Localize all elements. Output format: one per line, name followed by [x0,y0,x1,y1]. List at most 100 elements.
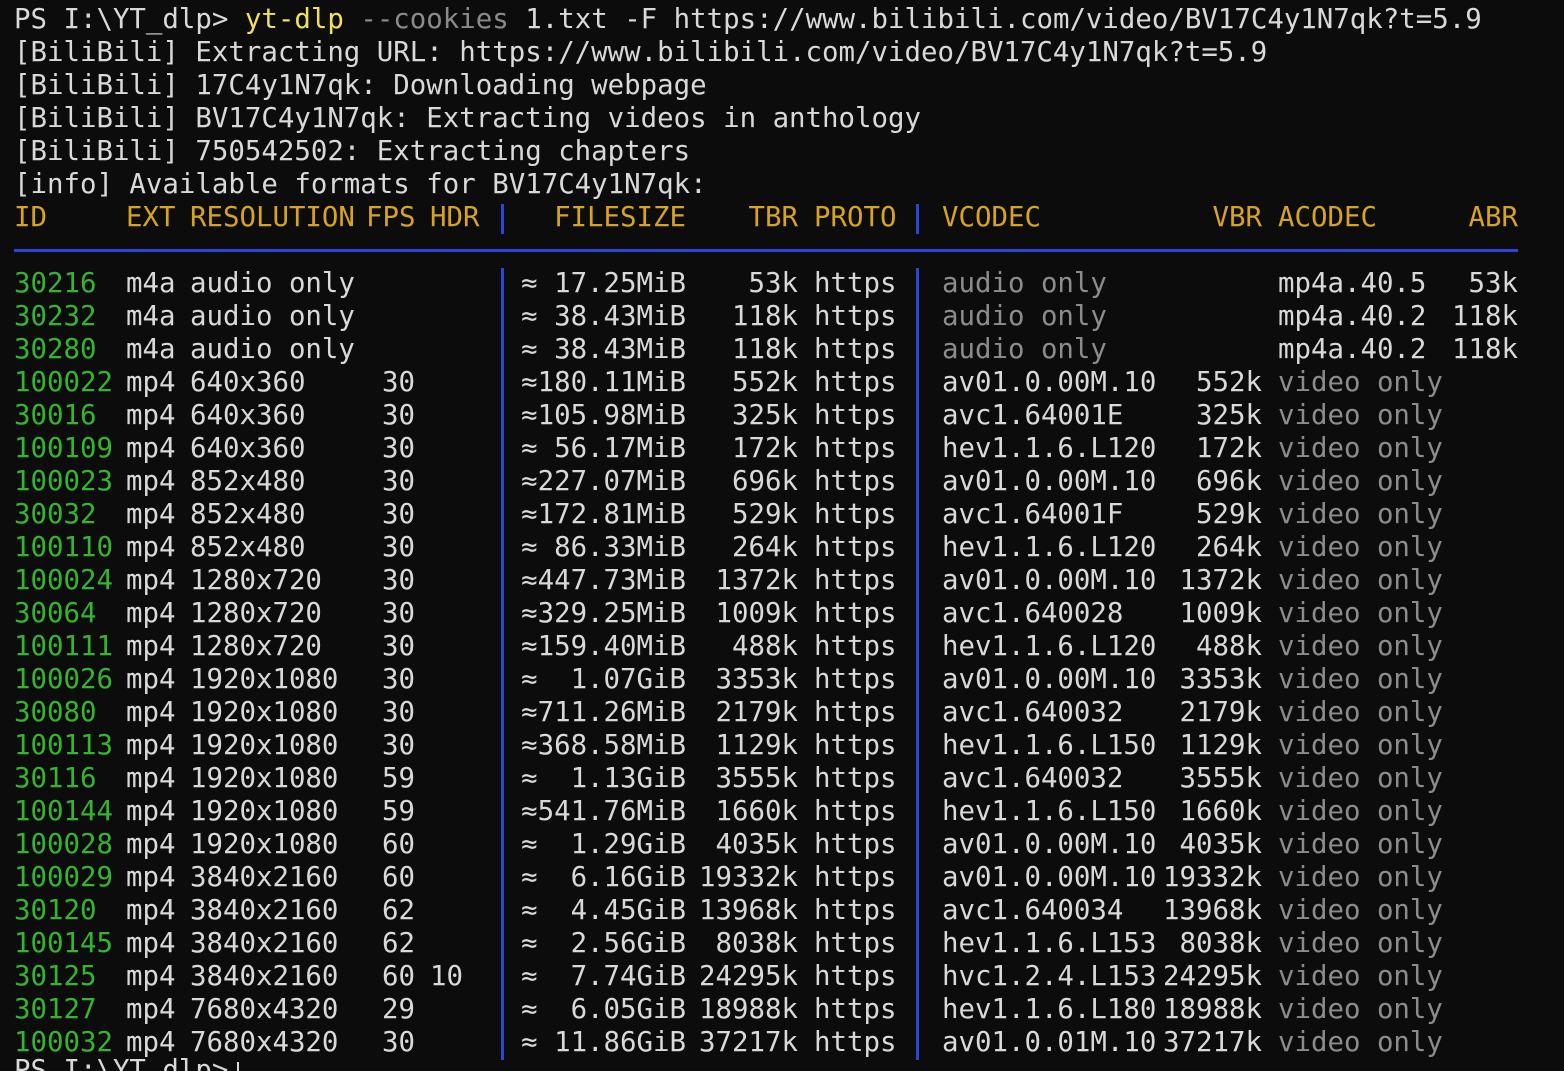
log-line: [BiliBili] 17C4y1N7qk: Downloading webpa… [14,70,707,101]
cell-tbr: 1372k [715,565,798,596]
cell-vbr: 3555k [1179,763,1262,794]
cell-vcodec: avc1.640032 [942,697,1124,728]
cell-proto: https [814,499,897,530]
cell-vcodec: hev1.1.6.L120 [942,532,1157,563]
cell-id: 100028 [14,829,113,860]
table-row: 100113 mp4 1920x1080 30 ≈368.58MiB 1129k https… [0,729,1564,762]
log-line: [BiliBili] Extracting URL: https://www.b… [14,37,1268,68]
cell-vcodec: av01.0.00M.10 [942,829,1157,860]
cell-ext: mp4 [126,961,176,992]
cell-id: 100022 [14,367,113,398]
cell-acodec: video only [1278,664,1443,695]
table-row: 30016 mp4 640x360 30 ≈105.98MiB 325k https avc1… [0,399,1564,432]
table-row: 100144 mp4 1920x1080 59 ≈541.76MiB 1660k https… [0,795,1564,828]
cell-proto: https [814,763,897,794]
cell-tbr: 3555k [715,763,798,794]
table-row: 100111 mp4 1280x720 30 ≈159.40MiB 488k https he… [0,630,1564,663]
cell-size: ≈180.11MiB [521,367,686,398]
table-row: 100023 mp4 852x480 30 ≈227.07MiB 696k https av0… [0,465,1564,498]
cell-res: audio only [190,268,355,299]
table-row: 100022 mp4 640x360 30 ≈180.11MiB 552k https av0… [0,366,1564,399]
cell-ext: mp4 [126,994,176,1025]
cell-tbr: 8038k [715,928,798,959]
cell-tbr: 1660k [715,796,798,827]
cell-vcodec: av01.0.00M.10 [942,862,1157,893]
cell-acodec: video only [1278,433,1443,464]
prompt: PS I:\YT_dlp> [14,4,245,35]
cell-vbr: 264k [1196,532,1262,563]
cell-tbr: 19332k [699,862,798,893]
cell-ext: mp4 [126,895,176,926]
cell-res: 1920x1080 [190,664,339,695]
cell-size: ≈ 38.43MiB [521,301,686,332]
cell-id: 100026 [14,664,113,695]
cell-proto: https [814,367,897,398]
table-row: 100109 mp4 640x360 30 ≈ 56.17MiB 172k https hev… [0,432,1564,465]
cell-acodec: video only [1278,466,1443,497]
header-vbr: VBR [1212,202,1262,233]
cell-ext: mp4 [126,466,176,497]
terminal-window[interactable]: PS I:\YT_dlp> yt-dlp --cookies 1.txt -F … [0,0,1564,1071]
cell-fps: 30 [382,730,415,761]
cell-size: ≈ 4.45GiB [521,895,686,926]
cell-abr [1420,465,1518,498]
table-row: 30064 mp4 1280x720 30 ≈329.25MiB 1009k https av… [0,597,1564,630]
cell-acodec: video only [1278,697,1443,728]
cell-hdr: 10 [430,961,463,992]
cell-abr [1420,630,1518,663]
header-proto: PROTO [814,202,897,233]
cell-acodec: video only [1278,763,1443,794]
table-row: 100024 mp4 1280x720 30 ≈447.73MiB 1372k https a… [0,564,1564,597]
log-line: [BiliBili] 750542502: Extracting chapter… [14,136,691,167]
cell-res: audio only [190,334,355,365]
table-row: 30032 mp4 852x480 30 ≈172.81MiB 529k https avc1… [0,498,1564,531]
cell-tbr: 3353k [715,664,798,695]
cell-vbr: 8038k [1179,928,1262,959]
cell-id: 30032 [14,499,97,530]
cell-abr [1420,432,1518,465]
cell-size: ≈ 1.13GiB [521,763,686,794]
cell-proto: https [814,565,897,596]
cell-fps: 30 [382,532,415,563]
cell-acodec: video only [1278,1027,1443,1058]
cell-size: ≈ 86.33MiB [521,532,686,563]
cell-acodec: video only [1278,499,1443,530]
cell-vcodec: hvc1.2.4.L153 [942,961,1157,992]
cell-acodec: video only [1278,961,1443,992]
cell-acodec: video only [1278,400,1443,431]
cell-abr [1420,894,1518,927]
cell-size: ≈ 1.29GiB [521,829,686,860]
cell-id: 100024 [14,565,113,596]
cell-fps: 62 [382,928,415,959]
header-resolution: RESOLUTION [190,202,355,233]
cell-fps: 30 [382,433,415,464]
cell-vcodec: av01.0.00M.10 [942,664,1157,695]
cell-abr [1420,366,1518,399]
cell-abr: 53k [1468,268,1518,299]
cell-fps: 59 [382,796,415,827]
cell-res: 1920x1080 [190,730,339,761]
cell-vbr: 1009k [1179,598,1262,629]
cell-res: 3840x2160 [190,862,339,893]
cell-res: 3840x2160 [190,928,339,959]
command-flag: --cookies [360,4,509,35]
cell-proto: https [814,466,897,497]
cell-id: 30232 [14,301,97,332]
cell-vcodec: audio only [942,301,1107,332]
cell-tbr: 118k [732,301,798,332]
cell-size: ≈ 17.25MiB [521,268,686,299]
cell-fps: 29 [382,994,415,1025]
header-rule [14,249,1518,252]
cell-vbr: 13968k [1163,895,1262,926]
cell-id: 100023 [14,466,113,497]
next-prompt: PS I:\YT_dlp> [14,1055,245,1071]
cell-abr [1420,399,1518,432]
command-args: 1.txt -F https://www.bilibili.com/video/… [525,4,1482,35]
cell-abr: 118k [1452,334,1518,365]
cell-id: 30127 [14,994,97,1025]
cell-ext: mp4 [126,565,176,596]
table-row: 30127 mp4 7680x4320 29 ≈ 6.05GiB 18988k https h… [0,993,1564,1026]
cell-size: ≈541.76MiB [521,796,686,827]
table-row: 30125 mp4 3840x2160 60 10 ≈ 7.74GiB 24295k http… [0,960,1564,993]
cell-vbr: 1372k [1179,565,1262,596]
